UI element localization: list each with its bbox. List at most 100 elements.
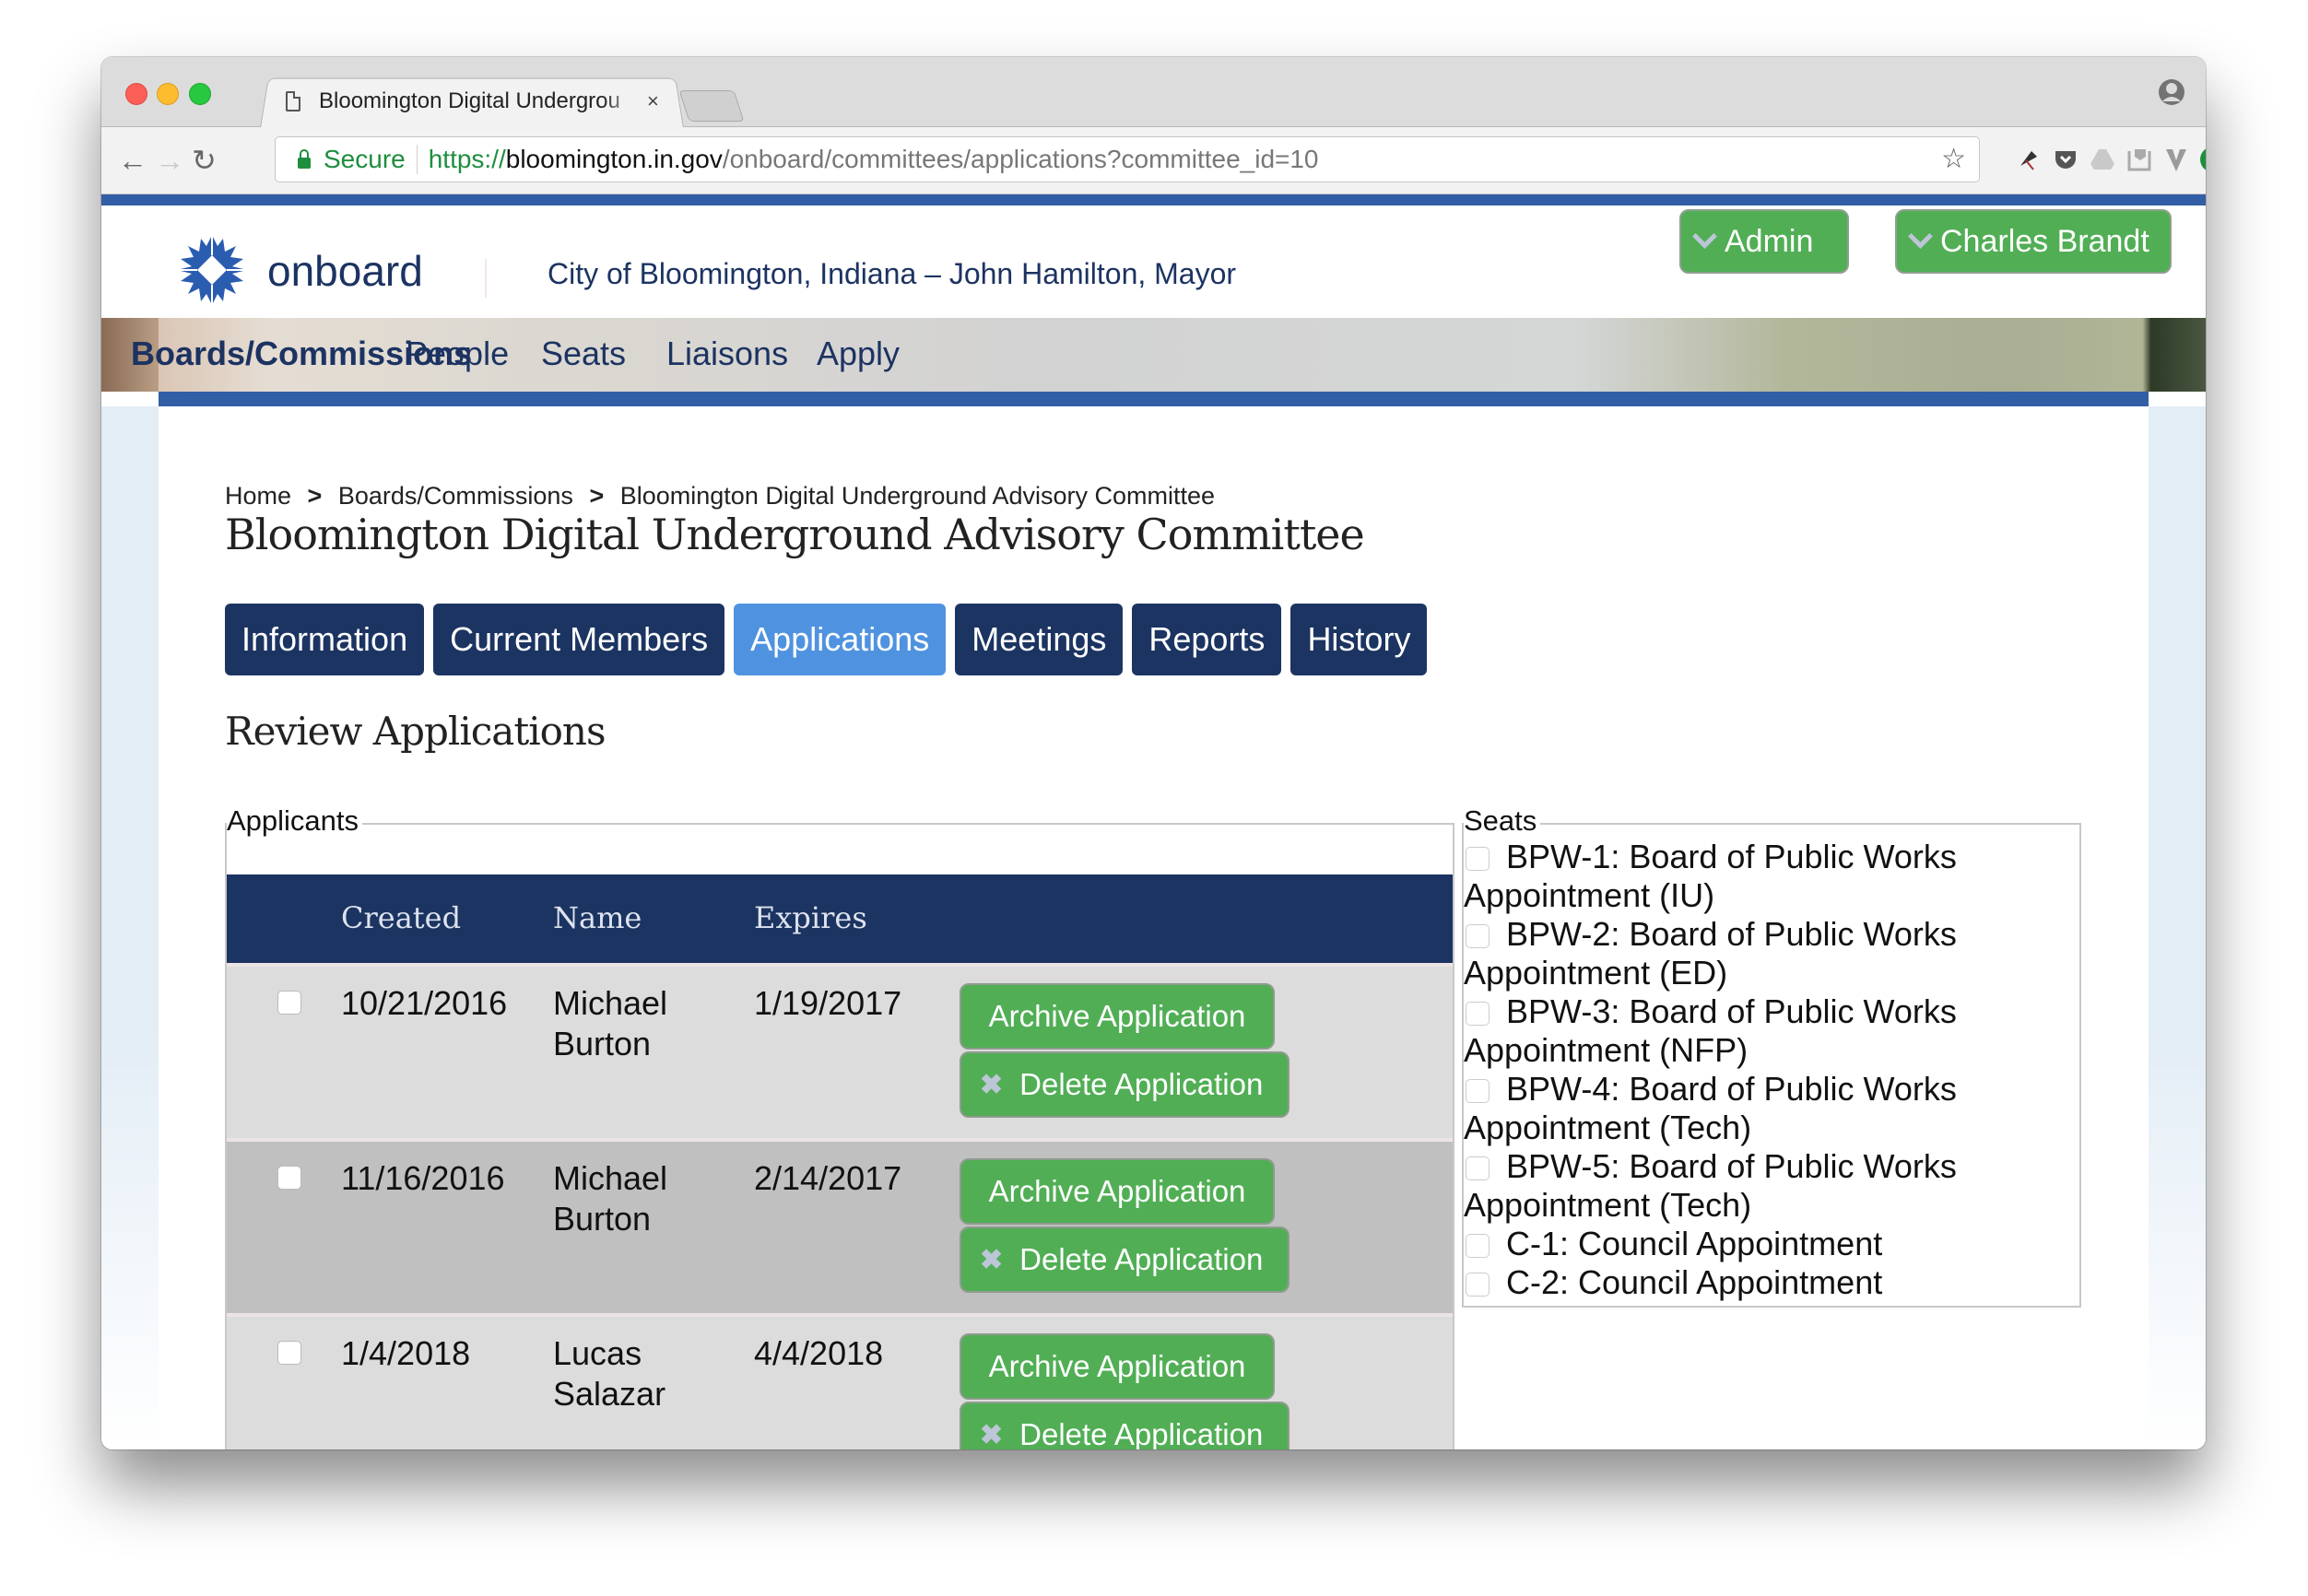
delete-application-button[interactable]: ✖ Delete Application <box>960 1402 1289 1449</box>
back-arrow-icon[interactable]: ← <box>118 142 147 179</box>
nav-liaisons[interactable]: Liaisons <box>666 334 788 373</box>
tab-current-members[interactable]: Current Members <box>433 604 725 675</box>
seat-label: BPW-4: Board of Public Works Appointment… <box>1464 1070 1957 1146</box>
tab-applications[interactable]: Applications <box>734 604 947 675</box>
applicant-name: Michael Burton <box>553 984 668 1062</box>
committee-tabs: Information Current Members Applications… <box>225 604 1428 675</box>
pocket-icon[interactable] <box>2052 146 2079 173</box>
tab-close-icon[interactable]: × <box>647 89 659 113</box>
seat-checkbox[interactable] <box>1466 1273 1490 1297</box>
breadcrumb-home[interactable]: Home <box>225 482 291 510</box>
delete-application-button[interactable]: ✖ Delete Application <box>960 1051 1289 1118</box>
tab-title: Bloomington Digital Undergrou <box>319 88 620 113</box>
save-to-pocket-icon[interactable] <box>2125 146 2153 173</box>
chevron-down-icon <box>1692 223 1717 249</box>
onboard-logo-icon[interactable] <box>175 233 249 307</box>
seat-option[interactable]: BPW-4: Board of Public Works Appointment… <box>1464 1070 1980 1147</box>
profile-icon[interactable] <box>2158 77 2185 107</box>
seat-option[interactable]: BPW-1: Board of Public Works Appointment… <box>1464 838 1980 915</box>
bookmark-star-icon[interactable]: ☆ <box>1941 143 1966 175</box>
archive-label: Archive Application <box>988 1174 1246 1208</box>
applicants-fieldset: Applicants Created Name Expires 10/21/20… <box>225 804 1454 1449</box>
seat-checkbox[interactable] <box>1466 1002 1490 1026</box>
breadcrumb-current[interactable]: Bloomington Digital Underground Advisory… <box>620 482 1215 510</box>
brand-name[interactable]: onboard <box>267 246 423 296</box>
applicant-name: Lucas Salazar <box>553 1334 666 1413</box>
seat-option[interactable]: BPW-3: Board of Public Works Appointment… <box>1464 992 1980 1070</box>
archive-application-button[interactable]: Archive Application <box>960 1333 1275 1400</box>
extension-umbrella-icon[interactable] <box>2015 146 2043 173</box>
top-accent-stripe <box>101 194 2206 205</box>
vimium-icon[interactable] <box>2162 146 2190 173</box>
browser-tab[interactable]: Bloomington Digital Undergrou × <box>267 76 673 127</box>
seat-checkbox[interactable] <box>1466 847 1490 871</box>
new-tab-button[interactable] <box>678 90 745 122</box>
page-title: Bloomington Digital Underground Advisory… <box>225 510 1365 559</box>
archive-application-button[interactable]: Archive Application <box>960 983 1275 1050</box>
close-window-button[interactable] <box>125 83 147 105</box>
column-expires: Expires <box>754 900 867 935</box>
expires-date: 4/4/2018 <box>754 1334 884 1372</box>
update-arrow-icon[interactable] <box>2199 146 2206 173</box>
created-date: 10/21/2016 <box>341 984 508 1022</box>
created-date: 11/16/2016 <box>341 1159 505 1197</box>
tab-information[interactable]: Information <box>225 604 425 675</box>
breadcrumb-boards[interactable]: Boards/Commissions <box>338 482 573 510</box>
archive-label: Archive Application <box>988 1349 1246 1383</box>
expires-date: 1/19/2017 <box>754 984 902 1022</box>
tab-history[interactable]: History <box>1290 604 1428 675</box>
archive-application-button[interactable]: Archive Application <box>960 1158 1275 1225</box>
nav-apply[interactable]: Apply <box>817 334 900 373</box>
seat-option[interactable]: BPW-2: Board of Public Works Appointment… <box>1464 915 1980 992</box>
secure-label: Secure <box>324 145 406 173</box>
delete-label: Delete Application <box>1019 1242 1264 1276</box>
row-checkbox[interactable] <box>277 1341 301 1365</box>
applicants-legend: Applicants <box>227 804 363 838</box>
admin-menu-button[interactable]: Admin <box>1679 209 1849 274</box>
nav-people[interactable]: People <box>406 334 509 373</box>
seat-checkbox[interactable] <box>1466 1156 1490 1180</box>
applicants-table: Created Name Expires 10/21/2016 Michael … <box>227 874 1453 1449</box>
seat-checkbox[interactable] <box>1466 924 1490 948</box>
header-divider <box>485 259 487 298</box>
user-menu-button[interactable]: Charles Brandt <box>1895 209 2172 274</box>
delete-application-button[interactable]: ✖ Delete Application <box>960 1226 1289 1293</box>
close-icon: ✖ <box>980 1244 1004 1275</box>
forward-arrow-icon[interactable]: → <box>155 142 184 179</box>
row-checkbox[interactable] <box>277 991 301 1015</box>
lock-icon <box>298 149 311 169</box>
reload-icon[interactable]: ↻ <box>192 142 217 179</box>
drive-icon[interactable] <box>2089 146 2116 173</box>
close-icon: ✖ <box>980 1419 1004 1450</box>
column-created: Created <box>341 900 462 935</box>
url-scheme: https:// <box>428 145 506 173</box>
archive-label: Archive Application <box>988 999 1246 1033</box>
breadcrumb-separator: > <box>589 482 605 510</box>
seat-option[interactable]: C-2: Council Appointment <box>1464 1263 1980 1302</box>
close-icon: ✖ <box>980 1069 1004 1100</box>
seat-checkbox[interactable] <box>1466 1234 1490 1258</box>
seat-label: C-1: Council Appointment <box>1506 1225 1883 1262</box>
created-date: 1/4/2018 <box>341 1334 471 1372</box>
chevron-down-icon <box>1908 223 1933 249</box>
section-title: Review Applications <box>225 709 606 754</box>
seat-label: C-2: Council Appointment <box>1506 1263 1883 1301</box>
admin-label: Admin <box>1725 223 1814 259</box>
seats-fieldset: Seats BPW-1: Board of Public Works Appoi… <box>1462 804 2081 1308</box>
url-path: /onboard/committees/applications?committ… <box>722 145 1319 173</box>
seat-option[interactable]: C-1: Council Appointment <box>1464 1225 1980 1263</box>
divider <box>416 145 418 174</box>
row-checkbox[interactable] <box>277 1166 301 1190</box>
tab-meetings[interactable]: Meetings <box>955 604 1124 675</box>
seat-list: BPW-1: Board of Public Works Appointment… <box>1464 838 1980 1302</box>
maximize-window-button[interactable] <box>189 83 211 105</box>
tab-reports[interactable]: Reports <box>1132 604 1282 675</box>
nav-seats[interactable]: Seats <box>541 334 626 373</box>
address-bar[interactable]: Secure https:// bloomington.in.gov /onbo… <box>275 136 1980 182</box>
table-row: 11/16/2016 Michael Burton 2/14/2017 Arch… <box>227 1138 1453 1313</box>
seat-checkbox[interactable] <box>1466 1079 1490 1103</box>
seat-label: BPW-2: Board of Public Works Appointment… <box>1464 915 1957 992</box>
nav-accent-stripe <box>159 392 2149 406</box>
minimize-window-button[interactable] <box>157 83 179 105</box>
seat-option[interactable]: BPW-5: Board of Public Works Appointment… <box>1464 1147 1980 1225</box>
